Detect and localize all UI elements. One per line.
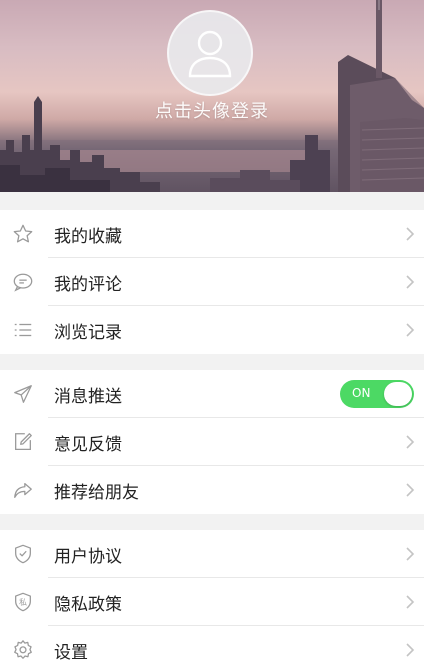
profile-header: 点击头像登录 (0, 0, 424, 192)
list-icon (0, 306, 46, 354)
chevron-right-icon (396, 482, 424, 498)
chevron-right-icon (396, 434, 424, 450)
menu-item-label: 浏览记录 (54, 322, 122, 343)
menu-item-label: 推荐给朋友 (54, 482, 139, 503)
menu-item-settings[interactable]: 设置 (0, 626, 424, 665)
section-spacer (0, 192, 424, 210)
section-spacer (0, 354, 424, 370)
menu-item-recommend[interactable]: 推荐给朋友 (0, 466, 424, 514)
menu-item-label: 我的评论 (54, 274, 122, 295)
menu-item-comments[interactable]: 我的评论 (0, 258, 424, 306)
avatar-button[interactable] (167, 10, 253, 96)
star-icon (0, 210, 46, 258)
section-spacer (0, 514, 424, 530)
menu-group-notifications: 消息推送 ON 意见反馈 推荐给朋友 (0, 370, 424, 514)
menu-item-label: 意见反馈 (54, 434, 122, 455)
comment-icon (0, 258, 46, 306)
menu-item-label: 用户协议 (54, 546, 122, 567)
svg-text:私: 私 (19, 598, 27, 607)
push-notification-toggle[interactable]: ON (340, 380, 414, 408)
menu-item-push-notifications: 消息推送 ON (0, 370, 424, 418)
chevron-right-icon (396, 274, 424, 290)
menu-group-personal: 我的收藏 我的评论 浏览记录 (0, 210, 424, 354)
shield-check-icon (0, 530, 46, 578)
menu-item-privacy-policy[interactable]: 私 隐私政策 (0, 578, 424, 626)
edit-icon (0, 418, 46, 466)
menu-item-label: 消息推送 (54, 386, 122, 407)
menu-item-label: 隐私政策 (54, 594, 122, 615)
chevron-right-icon (396, 594, 424, 610)
menu-item-label: 设置 (54, 642, 88, 663)
share-icon (0, 466, 46, 514)
login-prompt-text[interactable]: 点击头像登录 (0, 97, 424, 123)
menu-item-user-agreement[interactable]: 用户协议 (0, 530, 424, 578)
menu-group-about: 用户协议 私 隐私政策 设置 (0, 530, 424, 665)
gear-icon (0, 626, 46, 665)
menu-item-label: 我的收藏 (54, 226, 122, 247)
toggle-state-text: ON (352, 386, 371, 400)
chevron-right-icon (396, 322, 424, 338)
user-icon (188, 30, 232, 78)
menu-item-feedback[interactable]: 意见反馈 (0, 418, 424, 466)
menu-item-history[interactable]: 浏览记录 (0, 306, 424, 354)
send-icon (0, 370, 46, 418)
privacy-shield-icon: 私 (0, 578, 46, 626)
chevron-right-icon (396, 642, 424, 658)
menu-item-favorites[interactable]: 我的收藏 (0, 210, 424, 258)
chevron-right-icon (396, 546, 424, 562)
chevron-right-icon (396, 226, 424, 242)
toggle-knob (384, 382, 412, 406)
